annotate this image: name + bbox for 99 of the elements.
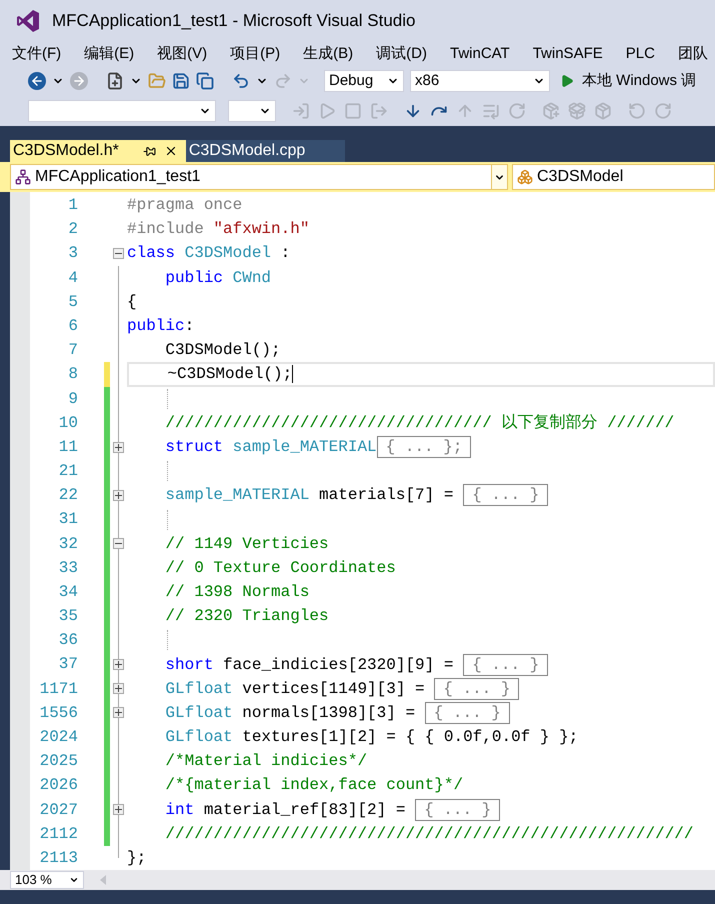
caret-icon xyxy=(69,875,79,885)
collapse-icon[interactable] xyxy=(113,538,124,550)
expand-icon[interactable] xyxy=(113,442,124,453)
menu-item[interactable]: TwinCAT xyxy=(450,42,510,66)
menu-item[interactable]: 团队 xyxy=(678,42,708,66)
menu-item[interactable]: 项目(P) xyxy=(230,42,280,66)
restart-icon[interactable] xyxy=(508,102,526,120)
code-line: sample_MATERIAL materials[7] = xyxy=(164,485,454,506)
line-number: 2027 xyxy=(38,800,78,821)
menu-item[interactable]: 编辑(E) xyxy=(84,42,134,66)
line-number: 10 xyxy=(58,412,78,434)
platform-dropdown[interactable]: x86 xyxy=(410,70,550,92)
class-icon xyxy=(517,169,533,185)
line-number: 1 xyxy=(67,195,78,216)
line-number: 31 xyxy=(58,509,78,530)
step-into-icon[interactable] xyxy=(404,102,422,120)
code-line: ////////////////////////////////// 以下复制部分 /////// xyxy=(164,412,674,434)
expand-icon[interactable] xyxy=(113,490,124,501)
new-file-icon[interactable] xyxy=(106,72,124,90)
collapsed-block[interactable]: { ... } xyxy=(463,654,548,676)
code-line: { xyxy=(127,292,137,313)
code-line: GLfloat vertices[1149][3] = xyxy=(164,678,426,700)
menu-item[interactable]: 生成(B) xyxy=(303,42,354,66)
code-line: #pragma once xyxy=(127,195,242,216)
code-line: GLfloat normals[1398][3] = xyxy=(164,702,416,724)
line-number: 32 xyxy=(58,534,78,555)
line-number: 22 xyxy=(58,485,78,506)
line-number: 33 xyxy=(58,558,78,579)
line-number: 5 xyxy=(67,292,78,313)
line-number: 37 xyxy=(58,654,78,676)
line-number: 36 xyxy=(58,630,78,652)
line-number: 7 xyxy=(67,340,78,362)
code-line: ~C3DSModel(); xyxy=(166,364,292,386)
code-line: /*{material index,face count}*/ xyxy=(164,775,464,796)
line-number: 9 xyxy=(67,388,78,410)
line-number: 2113 xyxy=(38,848,78,869)
code-line: GLfloat textures[1][2] = { { 0.0f,0.0f } }; xyxy=(164,727,578,748)
code-line: short face_indicies[2320][9] = xyxy=(164,654,454,676)
code-line: // 1149 Verticies xyxy=(164,534,329,555)
code-line: struct sample_MATERIAL xyxy=(164,437,377,458)
line-number: 8 xyxy=(67,364,78,386)
code-line: #include "afxwin.h" xyxy=(127,219,310,240)
project-icon xyxy=(15,169,31,185)
line-number: 1171 xyxy=(38,678,78,700)
run-button[interactable]: 本地 Windows 调 xyxy=(556,70,696,92)
scope-dropdown[interactable]: C3DSModel xyxy=(512,164,715,190)
menu-item[interactable]: TwinSAFE xyxy=(532,42,603,66)
line-number: 2112 xyxy=(38,824,78,845)
code-line: // 2320 Triangles xyxy=(164,606,329,628)
project-dropdown[interactable]: MFCApplication1_test1 xyxy=(10,164,508,190)
menu-item[interactable]: 调试(D) xyxy=(376,42,427,66)
code-line: public: xyxy=(127,316,194,337)
window-title: MFCApplication1_test1 - Microsoft Visual Studio xyxy=(52,10,416,32)
code-line: int material_ref[83][2] = xyxy=(164,800,406,821)
collapsed-block[interactable]: { ... } xyxy=(415,798,500,821)
code-line: public CWnd xyxy=(164,268,272,289)
collapsed-block[interactable]: { ... } xyxy=(434,678,520,700)
line-number: 3 xyxy=(67,243,78,264)
code-line: /*Material indicies*/ xyxy=(164,751,368,772)
code-line: C3DSModel(); xyxy=(164,340,281,362)
expand-icon[interactable] xyxy=(113,659,124,670)
line-number: 21 xyxy=(58,461,78,482)
app-logo-icon xyxy=(16,9,40,33)
menu-item[interactable]: 视图(V) xyxy=(157,42,208,66)
line-number: 2024 xyxy=(38,727,78,748)
save-all-icon[interactable] xyxy=(196,72,214,90)
play-icon xyxy=(560,74,574,88)
text-caret xyxy=(292,365,294,384)
menu-item[interactable]: PLC xyxy=(626,42,655,66)
line-number: 1556 xyxy=(38,702,78,724)
code-line: class C3DSModel : xyxy=(127,243,290,264)
code-line: // 0 Texture Coordinates xyxy=(164,558,396,579)
back-icon[interactable] xyxy=(28,72,46,90)
expand-icon[interactable] xyxy=(113,804,124,816)
collapsed-block[interactable]: { ... } xyxy=(463,484,548,506)
configuration-dropdown[interactable]: Debug xyxy=(324,70,404,92)
save-icon[interactable] xyxy=(172,72,190,90)
line-number: 4 xyxy=(67,268,78,289)
collapse-icon[interactable] xyxy=(113,248,124,259)
file-tab[interactable]: C3DSModel.h* xyxy=(10,140,186,162)
line-number: 2025 xyxy=(38,751,78,772)
pin-icon[interactable] xyxy=(142,144,156,158)
expand-icon[interactable] xyxy=(113,707,124,718)
expand-icon[interactable] xyxy=(113,683,124,694)
line-number: 35 xyxy=(58,606,78,628)
collapsed-block[interactable]: { ... } xyxy=(424,702,510,724)
line-number: 6 xyxy=(67,316,78,337)
menu-item[interactable]: 文件(F) xyxy=(12,42,62,66)
line-number: 2026 xyxy=(38,775,78,796)
file-tab[interactable]: C3DSModel.cpp xyxy=(186,140,346,162)
zoom-dropdown[interactable]: 103 % xyxy=(10,871,84,889)
collapsed-block[interactable]: { ... }; xyxy=(376,436,472,458)
line-number: 11 xyxy=(58,436,78,458)
code-line: }; xyxy=(127,848,146,869)
code-line: // 1398 Normals xyxy=(164,582,310,604)
line-number: 2 xyxy=(67,219,78,240)
line-number: 34 xyxy=(58,582,78,603)
undo-icon[interactable] xyxy=(232,72,250,90)
code-line: /////////////////////////////////////////////////////// xyxy=(164,824,694,845)
